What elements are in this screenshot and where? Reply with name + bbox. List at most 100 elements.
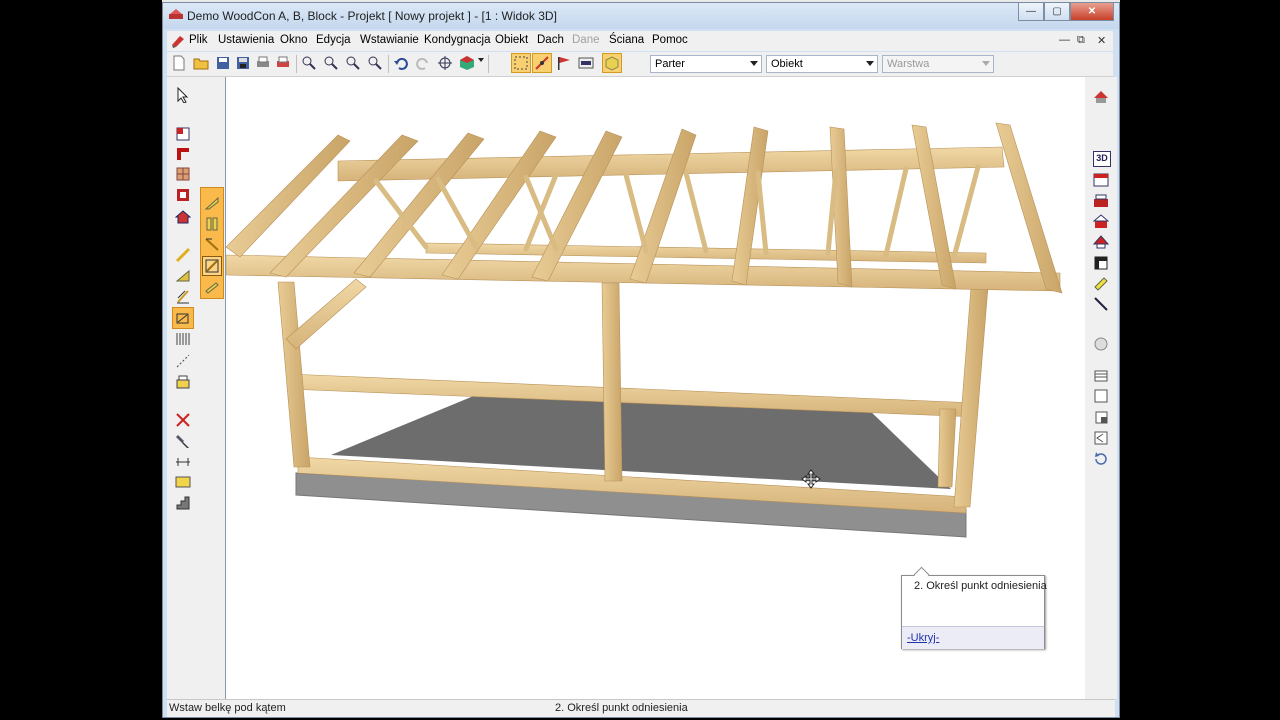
post-right [953,286,989,508]
menu-okno[interactable]: Okno [280,34,308,46]
snap-point-icon [535,56,549,70]
knee-brace [285,278,367,350]
stairs-icon[interactable] [175,495,191,511]
menu-obiekt[interactable]: Obiekt [495,34,528,46]
menu-sciana[interactable]: Ściana [609,34,644,46]
menu-dane[interactable]: Dane [572,34,600,46]
angle-beam-icon [205,259,219,273]
open-folder-icon[interactable] [193,55,209,71]
minimize-button[interactable]: — [1018,3,1044,21]
tools-icon[interactable] [175,433,191,449]
menu-dach[interactable]: Dach [537,34,564,46]
brace-icon[interactable] [204,279,220,295]
angled-beam-icon [176,313,189,324]
line-icon[interactable] [1093,296,1109,312]
chevron-down-icon [866,61,874,66]
zoom-window-icon[interactable] [345,55,361,71]
floor-select-value: Parter [655,58,685,70]
numbering-icon[interactable] [175,474,191,490]
menu-pomoc[interactable]: Pomoc [652,34,688,46]
rafter-insert-icon[interactable] [204,195,220,211]
rafter-icon[interactable] [175,267,191,283]
house-icon[interactable] [175,209,191,225]
menu-wstawianie[interactable]: Wstawianie [360,34,419,46]
desktop-background-left [0,0,162,720]
window-icon[interactable] [175,166,191,182]
close-button[interactable]: ✕ [1070,3,1114,21]
flag-icon[interactable] [556,55,572,71]
grid-icon[interactable] [1093,368,1109,384]
house-red-icon[interactable] [1093,193,1109,209]
wall-icon[interactable] [175,126,191,142]
menu-bar: Plik Ustawienia Okno Edycja Wstawianie K… [167,31,1113,51]
menu-plik[interactable]: Plik [189,34,208,46]
zoom-extents-icon[interactable] [367,55,383,71]
roof-view-icon[interactable] [1093,89,1109,105]
dotted-line-icon[interactable] [175,353,191,369]
undo-icon[interactable] [393,55,409,71]
mdi-document-icon[interactable] [170,33,186,49]
floor-select[interactable]: Parter [650,55,762,73]
print-icon[interactable] [255,55,271,71]
app-logo-icon [169,9,183,19]
toolbar-separator [488,55,489,73]
save-all-icon[interactable] [235,55,251,71]
menu-ustawienia[interactable]: Ustawienia [218,34,274,46]
select-arrow-icon[interactable] [175,87,191,103]
hide-hint-link[interactable]: -Ukryj- [907,632,939,644]
delete-icon[interactable] [175,412,191,428]
3d-view-icon[interactable]: 3D [1093,151,1111,167]
beam-yellow-icon[interactable] [1093,275,1109,291]
purlin-icon[interactable] [204,216,220,232]
corner-wall-icon[interactable] [175,146,191,162]
mdi-restore-button[interactable]: ⧉ [1077,34,1085,47]
left-toolbar [167,77,225,699]
post-rear [937,408,957,488]
object-select-value: Obiekt [771,58,803,70]
menu-kondygnacja[interactable]: Kondygnacja [424,34,491,46]
building-icon[interactable] [1093,172,1109,188]
zoom-out-icon[interactable] [323,55,339,71]
layer-select[interactable]: Warstwa [882,55,994,73]
square-icon[interactable] [1093,388,1109,404]
rotate-icon[interactable] [1093,451,1109,467]
shadow-icon[interactable] [1093,409,1109,425]
cube-view-icon[interactable] [459,55,475,71]
layer-view-icon[interactable] [578,55,594,71]
beam-subtoolbar [200,187,224,299]
hint-text: 2. Określ punkt odniesienia [914,580,1047,592]
save-icon[interactable] [215,55,231,71]
menu-edycja[interactable]: Edycja [316,34,351,46]
toolbar-separator [388,55,389,73]
maximize-button[interactable]: ▢ [1044,3,1070,21]
window-title: Demo WoodCon A, B, Block - Projekt [ Now… [187,9,557,23]
door-icon[interactable] [175,187,191,203]
roof-icon[interactable] [1093,234,1109,250]
beam-icon[interactable] [175,247,191,263]
main-toolbar: Parter Obiekt Warstwa [167,52,1113,77]
title-bar[interactable]: Demo WoodCon A, B, Block - Projekt [ Now… [163,3,1119,29]
3d-viewport[interactable]: 2. Określ punkt odniesienia -Ukryj- [225,77,1085,699]
redo-icon[interactable] [415,55,431,71]
house-icon[interactable] [1093,214,1109,230]
new-file-icon[interactable] [171,55,187,71]
mdi-close-button[interactable]: ✕ [1097,34,1106,47]
view-dropdown-arrow-icon[interactable] [478,58,484,62]
3d-disc-icon[interactable] [1093,336,1109,352]
zoom-in-icon[interactable] [301,55,317,71]
dimension-icon[interactable] [175,454,191,470]
print-preview-icon[interactable] [275,55,291,71]
hatch-icon[interactable] [175,374,191,390]
move-crosshair-icon[interactable] [437,55,453,71]
column-icon[interactable] [175,288,191,304]
right-toolbar: 3D [1085,77,1117,699]
app-window: Demo WoodCon A, B, Block - Projekt [ Now… [162,2,1120,718]
strut-icon[interactable] [204,236,220,252]
zoom-icon[interactable] [1093,430,1109,446]
joist-icon[interactable] [175,331,191,347]
profile-icon[interactable] [1093,255,1109,271]
object-select[interactable]: Obiekt [766,55,878,73]
status-center-text: 2. Określ punkt odniesienia [555,702,688,714]
status-bar: Wstaw belkę pod kątem 2. Określ punkt od… [167,699,1115,717]
mdi-minimize-button[interactable]: — [1059,34,1070,46]
